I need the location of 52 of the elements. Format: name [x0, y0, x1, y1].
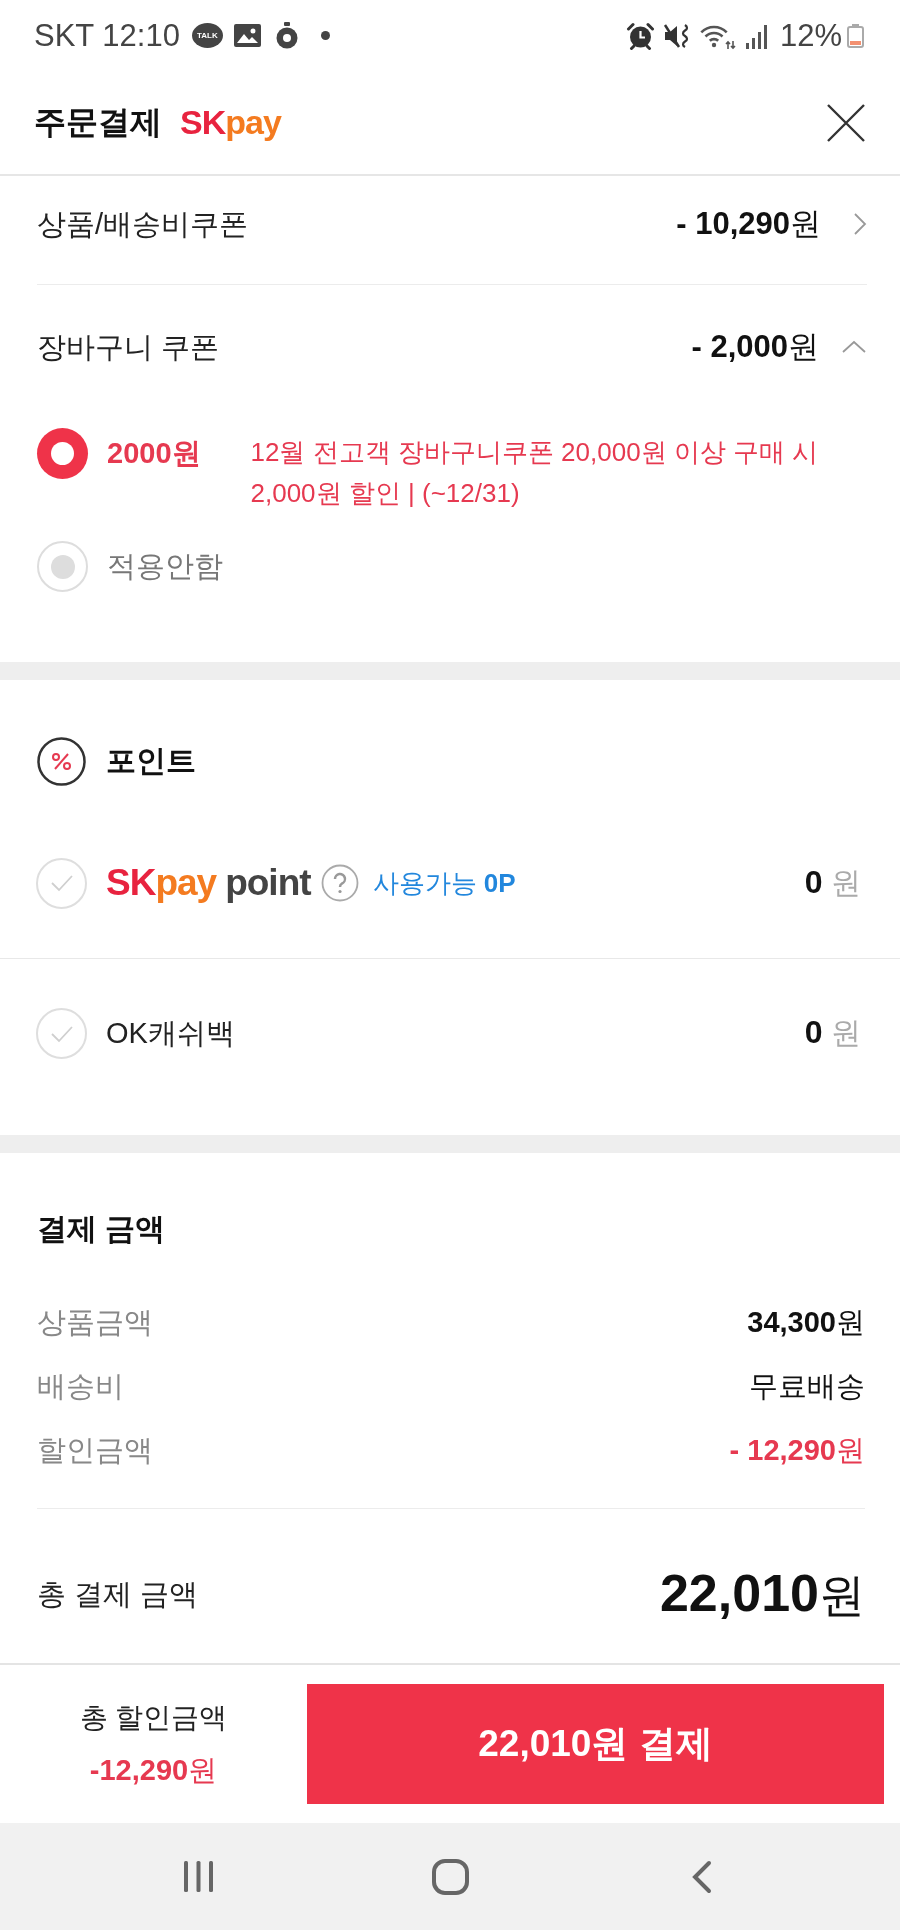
discount-total-amount: -12,290원 [89, 1753, 218, 1788]
close-icon[interactable] [826, 102, 866, 143]
coupon-label: 장바구니 쿠폰 [37, 330, 221, 365]
chevron-right-icon[interactable] [853, 212, 867, 236]
summary-label: 상품금액 [37, 1305, 153, 1340]
coupon-option-label: 적용안함 [107, 549, 223, 584]
coupon-amount: - 10,290원 [676, 205, 821, 243]
coupon-amount: - 2,000원 [691, 328, 819, 366]
section-title: 결제 금액 [37, 1211, 167, 1247]
image-icon [233, 24, 261, 47]
home-icon[interactable] [431, 1858, 469, 1895]
recent-apps-icon[interactable] [181, 1861, 215, 1892]
coupon-label: 상품/배송비쿠폰 [37, 207, 250, 242]
pay-button[interactable]: 22,010원 결제 [307, 1684, 884, 1804]
percent-icon [37, 737, 86, 786]
radio-button[interactable] [37, 541, 88, 592]
chat-notification-badge: TALK [191, 23, 223, 48]
dot-icon [320, 31, 330, 40]
summary-value: 34,300원 [747, 1305, 865, 1340]
sk-pay-logo: SKpay [180, 103, 281, 142]
coupon-option-label: 2000원 [107, 436, 201, 471]
total-label: 총 결제 금액 [37, 1577, 199, 1612]
battery-percent: 12% [779, 17, 842, 54]
summary-value: - 12,290원 [729, 1433, 865, 1468]
point-label: OK캐쉬백 [106, 1015, 235, 1051]
back-icon[interactable] [691, 1859, 713, 1894]
point-amount: 0 원 [804, 1013, 861, 1052]
checkbox[interactable] [36, 857, 87, 909]
battery-icon [847, 23, 864, 48]
mute-icon [662, 21, 691, 50]
alarm-icon [625, 21, 655, 50]
chevron-up-icon[interactable] [841, 340, 867, 354]
check-icon [49, 1024, 74, 1043]
stopwatch-icon [275, 22, 298, 49]
discount-total-label: 총 할인금액 [79, 1701, 228, 1735]
checkbox[interactable] [36, 1008, 87, 1059]
sk-pay-logo: SKpay [106, 862, 217, 904]
summary-label: 배송비 [37, 1369, 124, 1404]
total-amount: 22,010원 [659, 1563, 865, 1624]
help-icon[interactable] [320, 864, 359, 902]
signal-icon [743, 22, 770, 49]
coupon-description: 12월 전고객 장바구니쿠폰 20,000원 이상 구매 시 2,000원 할인 | (~12/31) [250, 436, 820, 510]
page-title: 주문결제 [34, 102, 162, 142]
carrier-time: SKT 12:10 [34, 17, 180, 54]
summary-label: 할인금액 [37, 1433, 153, 1468]
check-icon [49, 874, 74, 892]
summary-value: 무료배송 [749, 1369, 865, 1404]
point-amount: 0 원 [804, 862, 861, 902]
section-title: 포인트 [106, 743, 196, 779]
point-wordmark: point [225, 862, 311, 904]
radio-button[interactable] [37, 428, 88, 479]
available-points: 사용가능 0P [372, 866, 516, 900]
